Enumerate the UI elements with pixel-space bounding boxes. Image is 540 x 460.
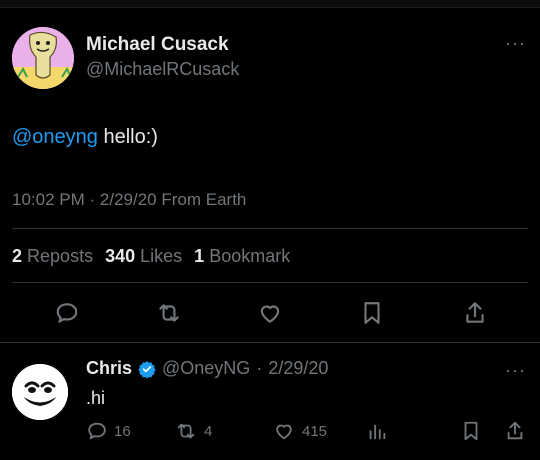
verified-badge-icon [138,360,156,378]
reply-count: 16 [114,422,131,440]
avatar-image [12,27,74,89]
reposts-stat[interactable]: 2 Reposts [12,246,93,267]
reply-avatar-image [12,364,68,420]
reply-icon [56,303,78,323]
reply-header: Chris @OneyNG · 2/29/20 [86,358,328,379]
likes-label: Likes [140,246,183,266]
tweet-text: @oneyng hello:) [12,126,158,149]
reply-reply-button[interactable]: 16 [86,420,131,442]
reply-analytics-button[interactable] [366,420,388,442]
tweet-source: From Earth [161,190,247,209]
repost-icon [159,304,179,322]
reply-author-name[interactable]: Chris [86,358,132,379]
section-divider [0,342,540,343]
repost-button[interactable] [154,298,184,328]
mention-link[interactable]: @oneyng [12,126,98,148]
reply-text: .hi [86,388,106,408]
likes-count: 340 [105,246,136,266]
share-icon [466,302,484,323]
reply-avatar[interactable] [12,364,68,420]
tweet-stats: 2 Reposts 340 Likes 1 Bookmark [12,246,290,267]
more-options-button[interactable]: ··· [505,33,526,54]
reply-author-handle[interactable]: @OneyNG [162,358,250,379]
author-handle[interactable]: @MichaelRCusack [86,59,239,80]
bookmark-icon [364,302,380,324]
bookmarks-count: 1 [194,246,205,266]
reply-meta-dot: · [256,358,263,378]
like-icon [260,305,280,323]
tweet-meta: 10:02 PM · 2/29/20 From Earth [12,190,246,210]
bookmarks-label: Bookmark [209,246,291,266]
share-icon [507,421,523,440]
likes-stat[interactable]: 340 Likes [105,246,182,267]
reply-date[interactable]: 2/29/20 [268,358,328,379]
tweet-date[interactable]: 2/29/20 [100,190,157,209]
reposts-count: 2 [12,246,23,266]
bookmark-icon [464,421,478,441]
tweet-time[interactable]: 10:02 PM [12,190,85,209]
reply-icon [88,422,106,440]
bookmark-button[interactable] [357,298,387,328]
reply-like-button[interactable]: 415 [272,420,327,442]
like-count: 415 [302,422,328,440]
author-name[interactable]: Michael Cusack [86,34,229,56]
reply-more-options-button[interactable]: ··· [505,360,526,381]
reply-share-button[interactable] [504,420,526,442]
reply-repost-button[interactable]: 4 [174,420,212,442]
reply-bookmark-button[interactable] [460,420,482,442]
top-divider [0,0,540,8]
bookmarks-stat[interactable]: 1 Bookmark [194,246,290,267]
repost-icon [177,423,195,439]
divider [12,282,528,283]
reply-action-bar: 16 4 415 [86,420,528,448]
meta-dot: · [89,190,96,209]
reply-button[interactable] [52,298,82,328]
like-button[interactable] [255,298,285,328]
reposts-label: Reposts [27,246,94,266]
repost-count: 4 [204,422,213,440]
analytics-icon [369,424,386,440]
like-icon [276,424,292,440]
tweet-action-bar [12,298,528,332]
avatar[interactable] [12,27,74,89]
tweet-body: hello:) [97,126,158,148]
divider [12,228,528,229]
share-button[interactable] [460,298,490,328]
